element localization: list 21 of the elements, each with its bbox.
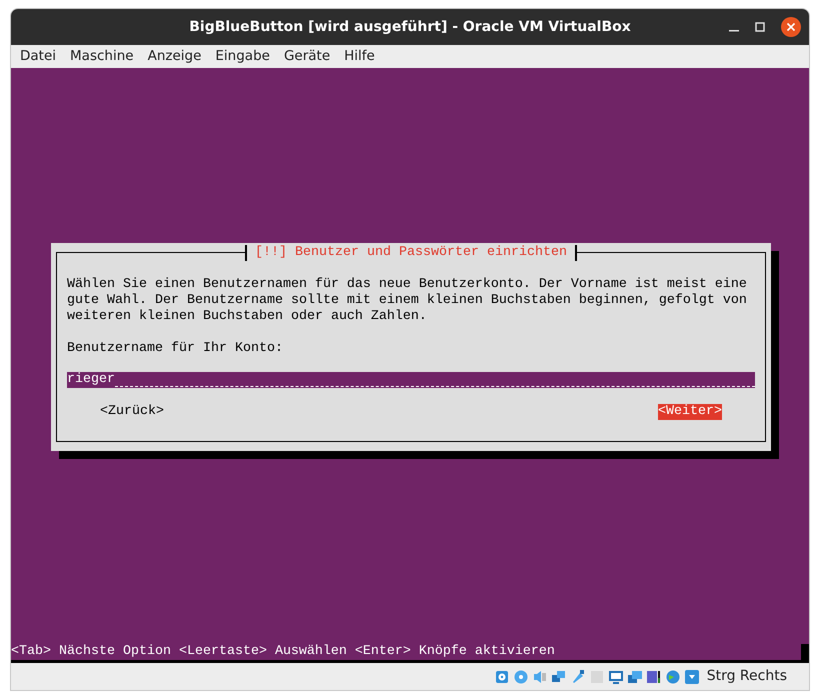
field-label: Benutzername für Ihr Konto: (67, 341, 284, 357)
menu-item[interactable]: Eingabe (215, 46, 270, 67)
menu-item[interactable]: Datei (20, 46, 56, 67)
close-icon[interactable] (781, 17, 801, 37)
network-icon[interactable] (550, 668, 567, 684)
dialog-message: Wählen Sie einen Benutzernamen für das neue Benutzerkonto. Der Vorname ist meist eine gute Wahl. Der Benutzername sollte mit einem kleinen Buchstaben beginnen, gefolgt von weiteren kleinen Buchstaben oder auch Zahlen. (67, 277, 748, 325)
menu-item[interactable]: Anzeige (148, 46, 202, 67)
menu-item[interactable]: Geräte (284, 46, 330, 67)
menu-item[interactable]: Maschine (70, 46, 134, 67)
window-title: BigBlueButton [wird ausgeführt] - Oracle VM VirtualBox (189, 18, 631, 36)
dialog-button[interactable]: <Zurück> (100, 404, 164, 420)
optical-disc-icon[interactable] (512, 668, 529, 684)
key-hint: <Tab> Nächste Option <Leertaste> Auswählen <Enter> Knöpfe aktivieren (11, 644, 556, 660)
username-field[interactable]: rieger (67, 372, 755, 388)
maximize-icon[interactable] (755, 22, 765, 32)
host-key-label: Strg Rechts (706, 667, 787, 686)
dialog-title: [!!] Benutzer und Passwörter einrichten (245, 245, 577, 261)
dialog-button[interactable]: <Weiter> (658, 404, 722, 420)
menu-item[interactable]: Hilfe (344, 46, 375, 67)
windows-icon[interactable] (626, 668, 643, 684)
display-icon[interactable] (608, 668, 624, 684)
